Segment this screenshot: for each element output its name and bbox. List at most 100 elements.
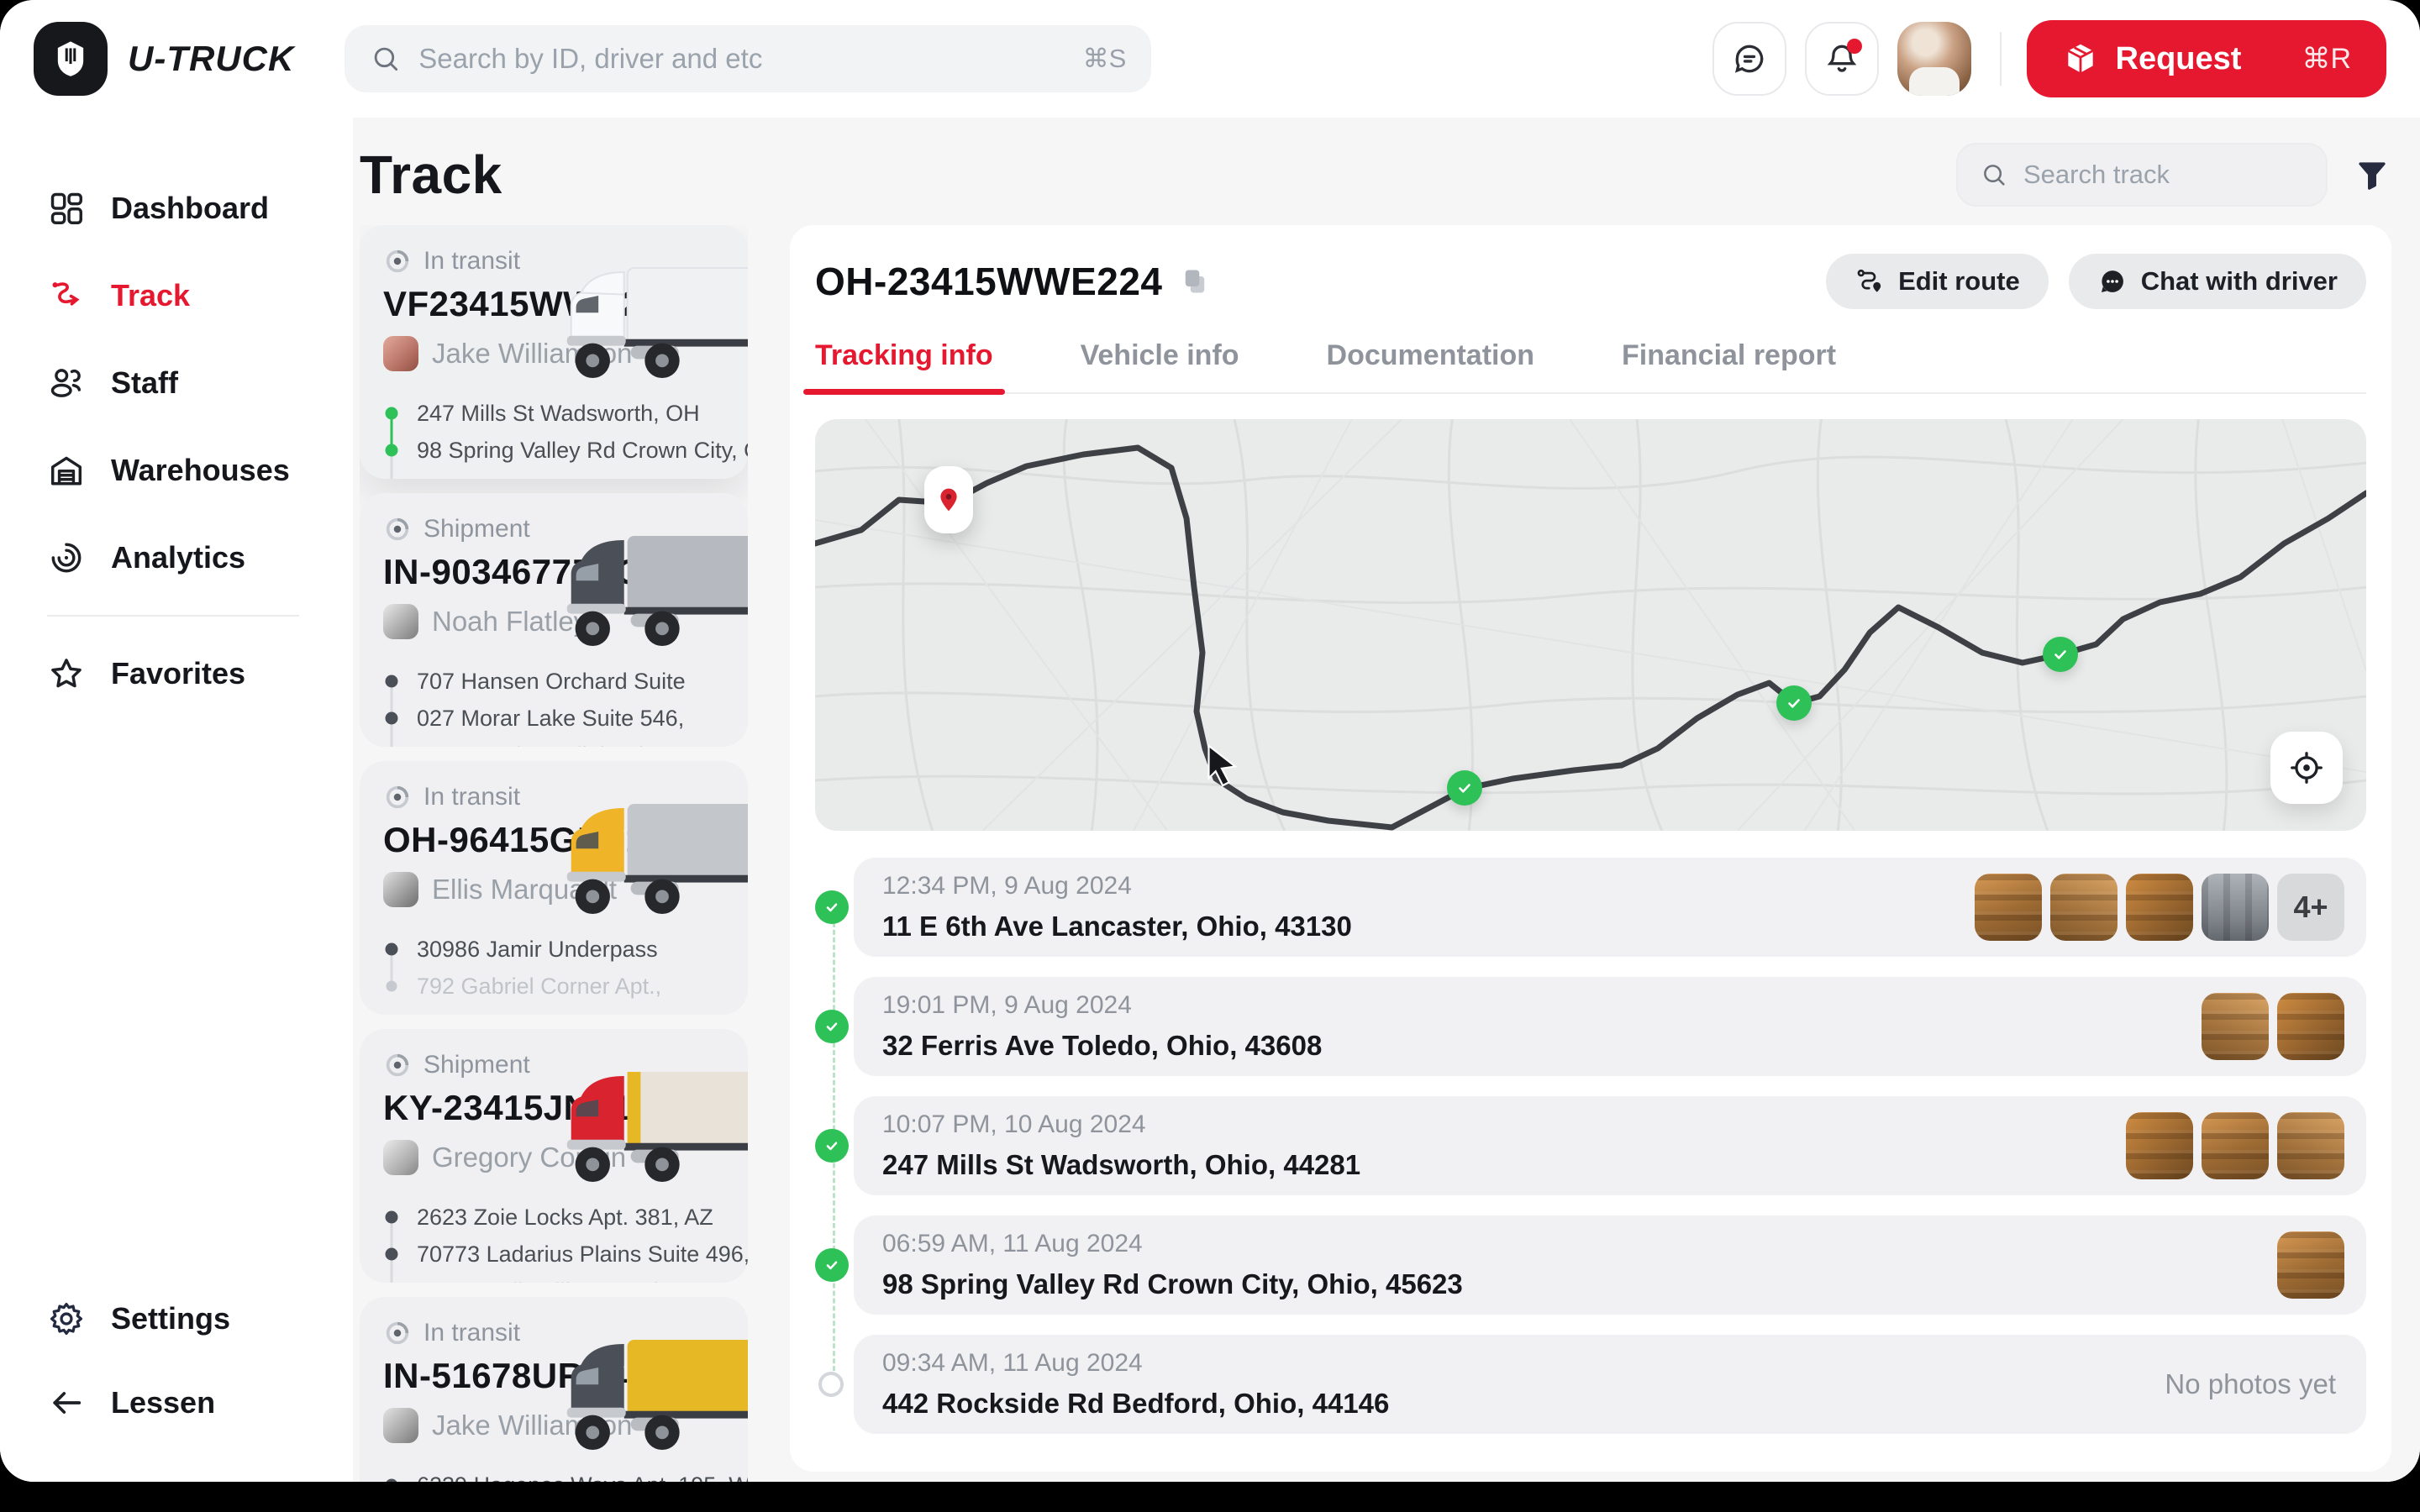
- timeline-address: 11 E 6th Ave Lancaster, Ohio, 43130: [882, 911, 1352, 942]
- tab-tracking-info[interactable]: Tracking info: [815, 339, 993, 392]
- stop-dot: [386, 675, 398, 688]
- sidebar-item-staff[interactable]: Staff: [47, 339, 353, 427]
- filter-icon: [2353, 155, 2391, 194]
- route-icon: [47, 276, 86, 315]
- track-card-VF23415WWE224[interactable]: In transit VF23415WWE224 Jake Williamson…: [360, 225, 748, 479]
- status-icon: [383, 1319, 412, 1347]
- photo-thumbnail[interactable]: [2202, 874, 2269, 941]
- tab-financial-report[interactable]: Financial report: [1622, 339, 1836, 392]
- origin-pin[interactable]: [924, 466, 973, 533]
- checkpoint-marker[interactable]: [1776, 685, 1812, 721]
- map-roads: [815, 419, 2366, 831]
- search-icon: [1980, 160, 2008, 189]
- sidebar-item-warehouses[interactable]: Warehouses: [47, 427, 353, 514]
- detail-panel: OH-23415WWE224 Edit route Chat with: [790, 225, 2391, 1472]
- sidebar-divider: [47, 615, 299, 617]
- sidebar-item-analytics[interactable]: Analytics: [47, 514, 353, 601]
- track-list: In transit VF23415WWE224 Jake Williamson…: [360, 225, 748, 1482]
- photo-thumbnail[interactable]: [2277, 1112, 2344, 1179]
- request-button[interactable]: Request ⌘R: [2027, 20, 2386, 97]
- route-map[interactable]: [815, 419, 2366, 831]
- truck-image: [555, 530, 748, 656]
- status-icon: [383, 1051, 412, 1079]
- sidebar-item-label: Staff: [111, 365, 178, 401]
- sidebar-item-dashboard[interactable]: Dashboard: [47, 165, 353, 252]
- status-icon: [383, 515, 412, 543]
- sidebar-item-track[interactable]: Track: [47, 252, 353, 339]
- checkpoint-marker[interactable]: [2043, 637, 2078, 672]
- photo-thumbnail[interactable]: [2277, 993, 2344, 1060]
- notifications-button[interactable]: [1805, 22, 1879, 96]
- stops: 2623 Zoie Locks Apt. 381, AZ 70773 Ladar…: [392, 1199, 724, 1283]
- timeline-time: 19:01 PM, 9 Aug 2024: [882, 991, 1322, 1020]
- stop-address: 98 Spring Valley Rd Crown City, OH: [417, 438, 748, 464]
- photo-thumbnail[interactable]: [2202, 1112, 2269, 1179]
- tabs: Tracking info Vehicle info Documentation…: [815, 339, 2366, 394]
- tab-documentation[interactable]: Documentation: [1327, 339, 1534, 392]
- timeline-row: 19:01 PM, 9 Aug 2024 32 Ferris Ave Toled…: [815, 977, 2366, 1076]
- filter-button[interactable]: [2353, 155, 2391, 194]
- timeline-card[interactable]: 19:01 PM, 9 Aug 2024 32 Ferris Ave Toled…: [854, 977, 2366, 1076]
- sidebar-item-favorites[interactable]: Favorites: [47, 630, 353, 717]
- content: Track: [353, 118, 2420, 1482]
- chat-with-driver-label: Chat with driver: [2141, 266, 2338, 297]
- sidebar-collapse[interactable]: Lessen: [47, 1361, 353, 1445]
- track-search[interactable]: [1956, 143, 2328, 207]
- timeline-card[interactable]: 09:34 AM, 11 Aug 2024 442 Rockside Rd Be…: [854, 1335, 2366, 1434]
- timeline-row: 10:07 PM, 10 Aug 2024 247 Mills St Wadsw…: [815, 1096, 2366, 1195]
- stop-dot: [386, 712, 398, 725]
- user-avatar[interactable]: [1897, 22, 1971, 96]
- photo-thumbnail[interactable]: [2126, 1112, 2193, 1179]
- global-search-input[interactable]: [418, 43, 1065, 75]
- status-icon: [383, 783, 412, 811]
- photo-thumbnail[interactable]: [2202, 993, 2269, 1060]
- stop-dot: [387, 981, 397, 992]
- cursor-icon: [1197, 740, 1245, 789]
- timeline-card[interactable]: 10:07 PM, 10 Aug 2024 247 Mills St Wadsw…: [854, 1096, 2366, 1195]
- track-card-OH-96415GFC145[interactable]: In transit OH-96415GFC145 Ellis Marquard…: [360, 761, 748, 1015]
- global-search-shortcut: ⌘S: [1083, 44, 1127, 74]
- sidebar-item-settings[interactable]: Settings: [47, 1277, 353, 1361]
- copy-id-button[interactable]: [1180, 266, 1210, 297]
- truck-image: [555, 1334, 748, 1460]
- track-search-input[interactable]: [2023, 160, 2304, 190]
- timeline-card[interactable]: 12:34 PM, 9 Aug 2024 11 E 6th Ave Lancas…: [854, 858, 2366, 957]
- timeline-row: 12:34 PM, 9 Aug 2024 11 E 6th Ave Lancas…: [815, 858, 2366, 957]
- photo-thumbnail[interactable]: [2126, 874, 2193, 941]
- more-photos-badge[interactable]: 4+: [2277, 874, 2344, 941]
- locate-button[interactable]: [2270, 732, 2343, 804]
- route-line: [815, 448, 2366, 827]
- timeline-card[interactable]: 06:59 AM, 11 Aug 2024 98 Spring Valley R…: [854, 1215, 2366, 1315]
- check-icon: [815, 1248, 849, 1282]
- messages-button[interactable]: [1712, 22, 1786, 96]
- search-icon: [370, 43, 402, 75]
- stop-address: 7186 Jayde Radial Suite,: [417, 743, 669, 748]
- edit-route-button[interactable]: Edit route: [1826, 254, 2049, 309]
- photo-thumbnail[interactable]: [2277, 1231, 2344, 1299]
- sidebar-item-label: Analytics: [111, 540, 245, 575]
- stops: 247 Mills St Wadsworth, OH 98 Spring Val…: [392, 395, 724, 479]
- timeline-row: 09:34 AM, 11 Aug 2024 442 Rockside Rd Be…: [815, 1335, 2366, 1434]
- track-card-IN-9034677ZFG154[interactable]: Shipment IN-9034677ZFG154 Noah Flatley 7…: [360, 493, 748, 747]
- check-icon: [815, 1129, 849, 1163]
- sidebar-item-label: Track: [111, 278, 190, 313]
- gear-icon: [47, 1299, 86, 1338]
- global-search[interactable]: ⌘S: [345, 25, 1151, 92]
- topbar: U-TRUCK ⌘S Request ⌘R: [0, 0, 2420, 118]
- stop-dot: [386, 1248, 398, 1261]
- tab-vehicle-info[interactable]: Vehicle info: [1081, 339, 1239, 392]
- timeline-address: 98 Spring Valley Rd Crown City, Ohio, 45…: [882, 1268, 1463, 1300]
- truck-image: [555, 262, 748, 388]
- pending-stop-icon: [818, 1372, 844, 1397]
- stops: 707 Hansen Orchard Suite 027 Morar Lake …: [392, 663, 724, 747]
- track-card-KY-23415JNF155[interactable]: Shipment KY-23415JNF155 Gregory Corwin 2…: [360, 1029, 748, 1283]
- photo-thumbnail[interactable]: [1975, 874, 2042, 941]
- tracking-timeline: 12:34 PM, 9 Aug 2024 11 E 6th Ave Lancas…: [815, 858, 2366, 1443]
- checkpoint-marker[interactable]: [1447, 770, 1482, 806]
- driver-avatar: [383, 872, 418, 907]
- photo-thumbnail[interactable]: [2050, 874, 2118, 941]
- chat-with-driver-button[interactable]: Chat with driver: [2069, 254, 2366, 309]
- track-card-IN-51678URE401[interactable]: In transit IN-51678URE401 Jake Williamso…: [360, 1297, 748, 1482]
- status-icon: [383, 247, 412, 276]
- content-header: Track: [360, 138, 2391, 212]
